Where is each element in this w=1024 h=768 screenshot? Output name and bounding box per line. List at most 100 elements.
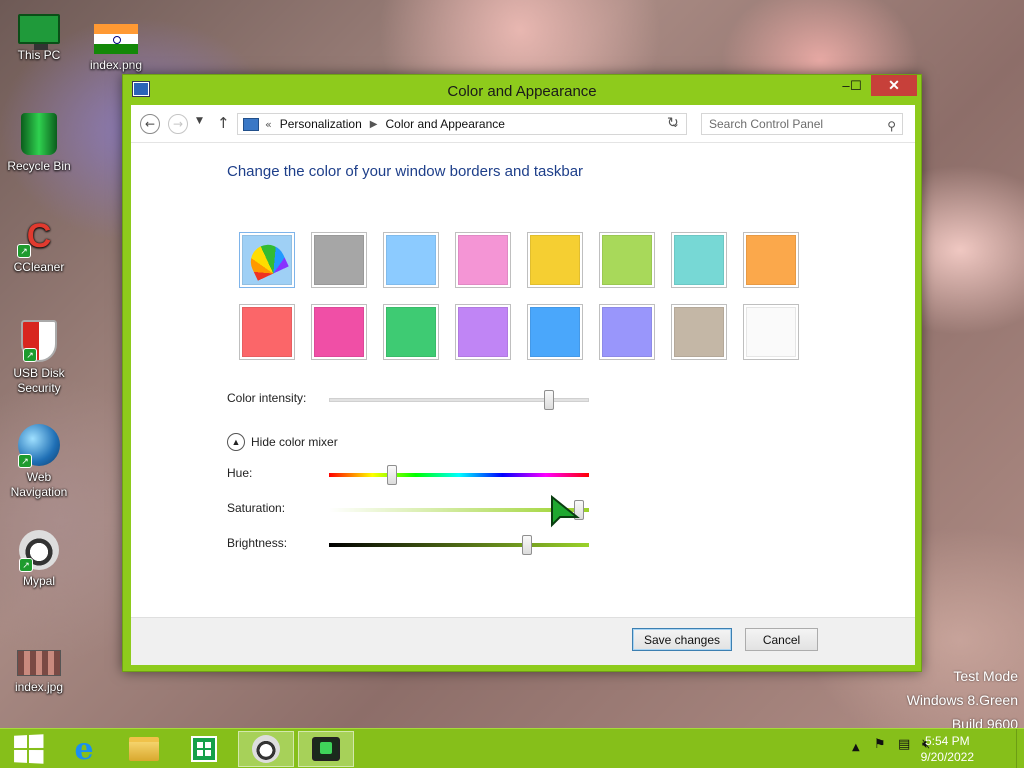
desktop-icon-label: Web Navigation [10,470,68,499]
window-client-area: ← → ▼ ↑ « Personalization ▶ Color and Ap… [131,105,915,665]
desktop-icon-index-jpg[interactable]: index.jpg [1,640,77,695]
arrow-left-icon: ← [144,117,156,131]
color-swatch[interactable] [527,304,583,360]
color-swatch[interactable] [311,232,367,288]
raccoon-icon [252,735,280,763]
color-swatch[interactable] [599,232,655,288]
color-and-appearance-window: Color and Appearance – ☐ ✕ ← → ▼ ↑ « Per… [122,74,922,672]
network-icon[interactable]: ▤ [898,737,910,752]
back-button[interactable]: ← [140,114,160,134]
color-swatch[interactable] [527,232,583,288]
action-center-flag-icon[interactable]: ⚑ [874,737,886,752]
brightness-track[interactable] [329,543,589,547]
desktop-icon-label: USB Disk Security [13,366,65,395]
color-swatch[interactable] [671,232,727,288]
breadcrumb-personalization[interactable]: Personalization [280,117,362,131]
color-swatch[interactable] [455,232,511,288]
color-swatch[interactable] [311,304,367,360]
close-button[interactable]: ✕ [871,75,917,96]
taskbar-file-explorer[interactable] [116,731,172,767]
chevron-down-icon: ▼ [196,116,203,126]
color-swatch[interactable] [743,304,799,360]
system-clock[interactable]: 5:54 PM 9/20/2022 [921,733,974,765]
breadcrumb-overflow[interactable]: « [265,118,272,131]
taskbar-store[interactable] [176,731,232,767]
page-title: Change the color of your window borders … [227,163,584,180]
hide-color-mixer-toggle[interactable]: ▲ Hide color mixer [227,433,338,451]
color-swatch[interactable] [383,232,439,288]
watermark-line: Windows 8.Green [906,692,1018,708]
image-file-icon [17,650,61,676]
color-intensity-slider[interactable] [544,390,554,410]
computer-icon [18,14,60,50]
up-button[interactable]: ↑ [217,114,230,132]
maximize-button[interactable]: ☐ [845,75,867,96]
brightness-label: Brightness: [227,536,288,550]
desktop-icon-web-navigation[interactable]: ↗ Web Navigation [1,424,77,500]
desktop-icon-this-pc[interactable]: This PC [1,8,77,63]
color-swatch[interactable] [599,304,655,360]
color-swatch-fill [458,307,508,357]
desktop-icon-ccleaner[interactable]: C ↗ CCleaner [1,216,77,275]
mouse-cursor-icon [551,495,580,528]
color-swatch-fill [674,307,724,357]
color-swatch[interactable] [743,232,799,288]
color-swatch-fill [530,235,580,285]
hue-label: Hue: [227,466,253,480]
shield-icon: ↗ [21,320,57,362]
desktop-icon-label: index.png [89,58,143,72]
search-input[interactable]: Search Control Panel ⚲ [701,113,903,135]
breadcrumb-separator-icon[interactable]: ▶ [370,119,378,130]
color-swatch[interactable] [455,304,511,360]
cancel-button[interactable]: Cancel [745,628,818,651]
brightness-slider[interactable] [521,535,532,555]
address-bar[interactable]: « Personalization ▶ Color and Appearance… [237,113,687,135]
hue-slider[interactable] [386,465,397,485]
color-swatch-fill [602,307,652,357]
color-swatch-fill [242,307,292,357]
start-button[interactable] [0,731,56,767]
color-swatch-fill [458,235,508,285]
desktop-icon-mypal[interactable]: ↗ Mypal [1,530,77,589]
breadcrumb-color-and-appearance[interactable]: Color and Appearance [386,117,505,131]
control-panel-icon [312,737,340,761]
navigation-bar: ← → ▼ ↑ « Personalization ▶ Color and Ap… [131,105,915,143]
color-swatch-fill [386,235,436,285]
windows-logo-icon [14,734,44,764]
watermark-line: Test Mode [953,668,1018,684]
ccleaner-icon: C ↗ [17,216,61,258]
desktop-icon-recycle-bin[interactable]: Recycle Bin [1,113,77,174]
color-swatch[interactable] [383,304,439,360]
color-swatch-fill [746,235,796,285]
taskbar-internet-explorer[interactable]: e [56,731,112,767]
refresh-button[interactable]: ↻ [667,115,679,131]
color-swatch[interactable] [239,304,295,360]
color-swatch-automatic[interactable] [239,232,295,288]
recycle-bin-icon [21,113,57,155]
image-file-icon [94,24,138,54]
title-bar[interactable]: Color and Appearance – ☐ ✕ [123,75,921,105]
color-swatch-fill [314,235,364,285]
desktop-icon-usb-disk-security[interactable]: ↗ USB Disk Security [1,320,77,396]
recent-locations-button[interactable]: ▼ [196,116,203,126]
forward-button[interactable]: → [168,114,188,134]
desktop-icon-label: Mypal [22,574,55,588]
show-desktop-button[interactable] [1016,729,1024,768]
color-swatch[interactable] [671,304,727,360]
taskbar-control-panel[interactable] [298,731,354,767]
arrow-right-icon: → [172,117,184,131]
save-changes-button[interactable]: Save changes [632,628,732,651]
refresh-icon: ↻ [667,115,679,131]
desktop-icon-index-png[interactable]: index.png [78,18,154,73]
color-swatch-fill [386,307,436,357]
color-fan-icon [245,239,289,281]
desktop-icon-label: CCleaner [13,260,65,274]
color-intensity-label: Color intensity: [227,391,307,405]
dialog-footer: Save changes Cancel [131,617,915,665]
hue-track[interactable] [329,473,589,477]
taskbar-mypal[interactable] [238,731,294,767]
taskbar: e ▲ ⚑ ▤ 🔇︎ 5:54 PM 9/20/2022 [0,728,1024,768]
show-hidden-icons-button[interactable]: ▲ [852,742,860,753]
color-swatch-fill [602,235,652,285]
raccoon-icon: ↗ [19,530,59,572]
